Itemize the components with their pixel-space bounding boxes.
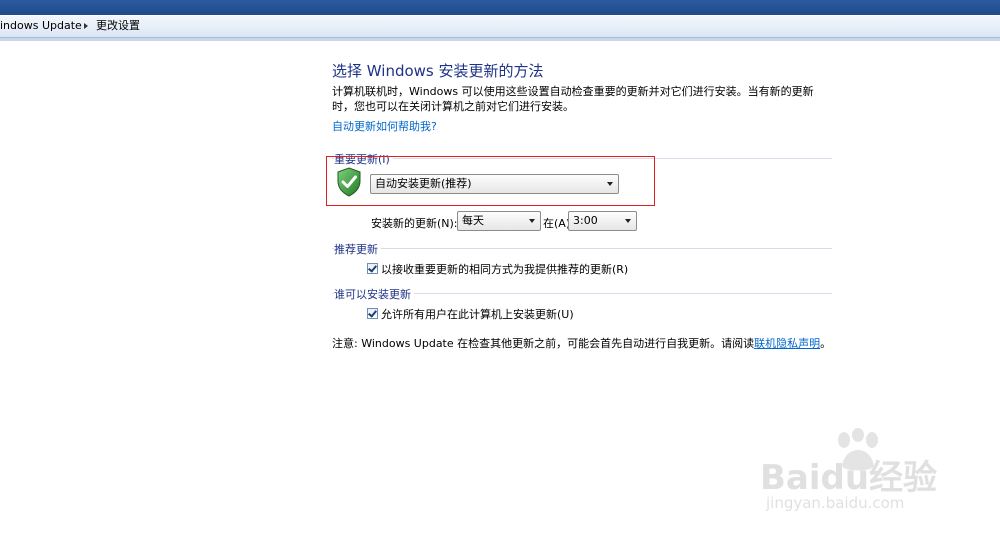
breadcrumb-windows-update[interactable]: indows Update xyxy=(0,19,82,33)
section-divider xyxy=(332,248,832,249)
note-body: 注意: Windows Update 在检查其他更新之前，可能会首先自动进行自我… xyxy=(332,337,755,350)
address-bar[interactable]: indows Update 更改设置 xyxy=(0,15,1000,38)
recommended-updates-checkbox[interactable] xyxy=(367,263,378,274)
allow-all-users-checkbox-label[interactable]: 允许所有用户在此计算机上安装更新(U) xyxy=(381,306,574,322)
who-can-install-label: 谁可以安装更新 xyxy=(334,286,414,302)
privacy-statement-link[interactable]: 联机隐私声明 xyxy=(754,337,820,350)
update-mode-value: 自动安装更新(推荐) xyxy=(375,177,472,190)
note-suffix: 。 xyxy=(820,337,832,350)
recommended-updates-checkbox-label[interactable]: 以接收重要更新的相同方式为我提供推荐的更新(R) xyxy=(381,261,628,277)
checkmark-icon xyxy=(368,308,377,318)
time-value: 3:00 xyxy=(573,214,598,227)
window-title-bar xyxy=(0,0,1000,15)
day-dropdown[interactable]: 每天 xyxy=(457,211,541,231)
breadcrumb-change-settings[interactable]: 更改设置 xyxy=(96,19,140,33)
address-bar-divider xyxy=(0,38,1000,41)
baidu-watermark: Baidu经验 jingyan.baidu.com xyxy=(760,428,960,518)
shield-check-icon xyxy=(337,167,361,197)
page-title: 选择 Windows 安装更新的方法 xyxy=(332,62,544,80)
chevron-down-icon xyxy=(625,219,631,223)
install-new-updates-label: 安装新的更新(N): xyxy=(371,217,458,230)
note-text: 注意: Windows Update 在检查其他更新之前，可能会首先自动进行自我… xyxy=(332,335,831,351)
help-link[interactable]: 自动更新如何帮助我? xyxy=(332,118,437,134)
allow-all-users-checkbox[interactable] xyxy=(367,308,378,319)
chevron-down-icon xyxy=(607,182,613,186)
update-mode-dropdown[interactable]: 自动安装更新(推荐) xyxy=(370,174,619,194)
intro-text: 计算机联机时，Windows 可以使用这些设置自动检查重要的更新并对它们进行安装… xyxy=(332,85,814,113)
time-dropdown[interactable]: 3:00 xyxy=(568,211,637,231)
baidu-url-text: jingyan.baidu.com xyxy=(766,494,905,512)
checkmark-icon xyxy=(368,263,377,273)
day-value: 每天 xyxy=(462,214,484,227)
at-label: 在(A) xyxy=(543,217,571,230)
chevron-right-icon[interactable] xyxy=(84,23,88,29)
chevron-down-icon xyxy=(529,219,535,223)
baidu-brand-text: Baidu经验 xyxy=(760,458,938,498)
recommended-updates-label: 推荐更新 xyxy=(334,241,381,257)
